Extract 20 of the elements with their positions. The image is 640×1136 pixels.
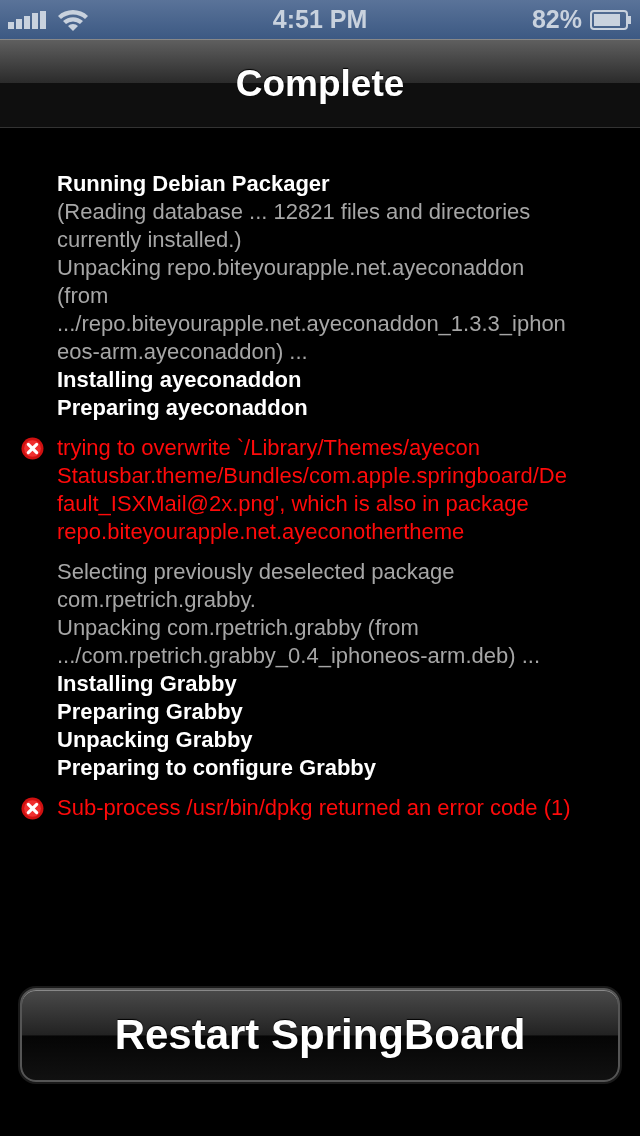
status-message: Preparing to configure Grabby [57,754,377,782]
status-message: Unpacking Grabby [57,726,253,754]
status-message: Installing Grabby [57,670,237,698]
error-message: Sub-process /usr/bin/dpkg returned an error code (1) [57,794,571,822]
error-message: trying to overwrite `/Library/Themes/ayecon Statusbar.theme/Bundles/com.apple.springboard/De fault_ISXMail@2x.png', which is also in package repo.biteyourapple.net.ayeconothertheme [57,434,567,546]
status-message: Installing ayeconaddon [57,366,302,394]
restart-button[interactable]: Restart SpringBoard [20,988,620,1082]
log-message: Selecting previously deselected package com.rpetrich.grabby. Unpacking com.rpetrich.grabby (from .../com.rpetrich.grabby_0.4_iphoneos-arm.deb) ... [57,558,541,670]
error-icon [21,797,44,820]
wifi-icon [57,7,89,32]
log-message: (Reading database ... 12821 files and directories currently installed.) Unpacking repo.biteyourapple.net.ayeconaddon (from .../repo.biteyourapple.net.ayeconaddon_1.3.3_iphon eos-arm.ayeconaddon) ... [57,198,566,366]
battery-icon [590,9,632,30]
status-message: Preparing ayeconaddon [57,394,308,422]
status-time: 4:51 PM [272,5,368,34]
signal-icon [8,10,46,29]
status-message: Preparing Grabby [57,698,243,726]
status-message: Running Debian Packager [57,170,330,198]
battery-percent: 82% [531,5,582,34]
error-icon [21,437,44,460]
nav-title: Complete [235,62,405,105]
